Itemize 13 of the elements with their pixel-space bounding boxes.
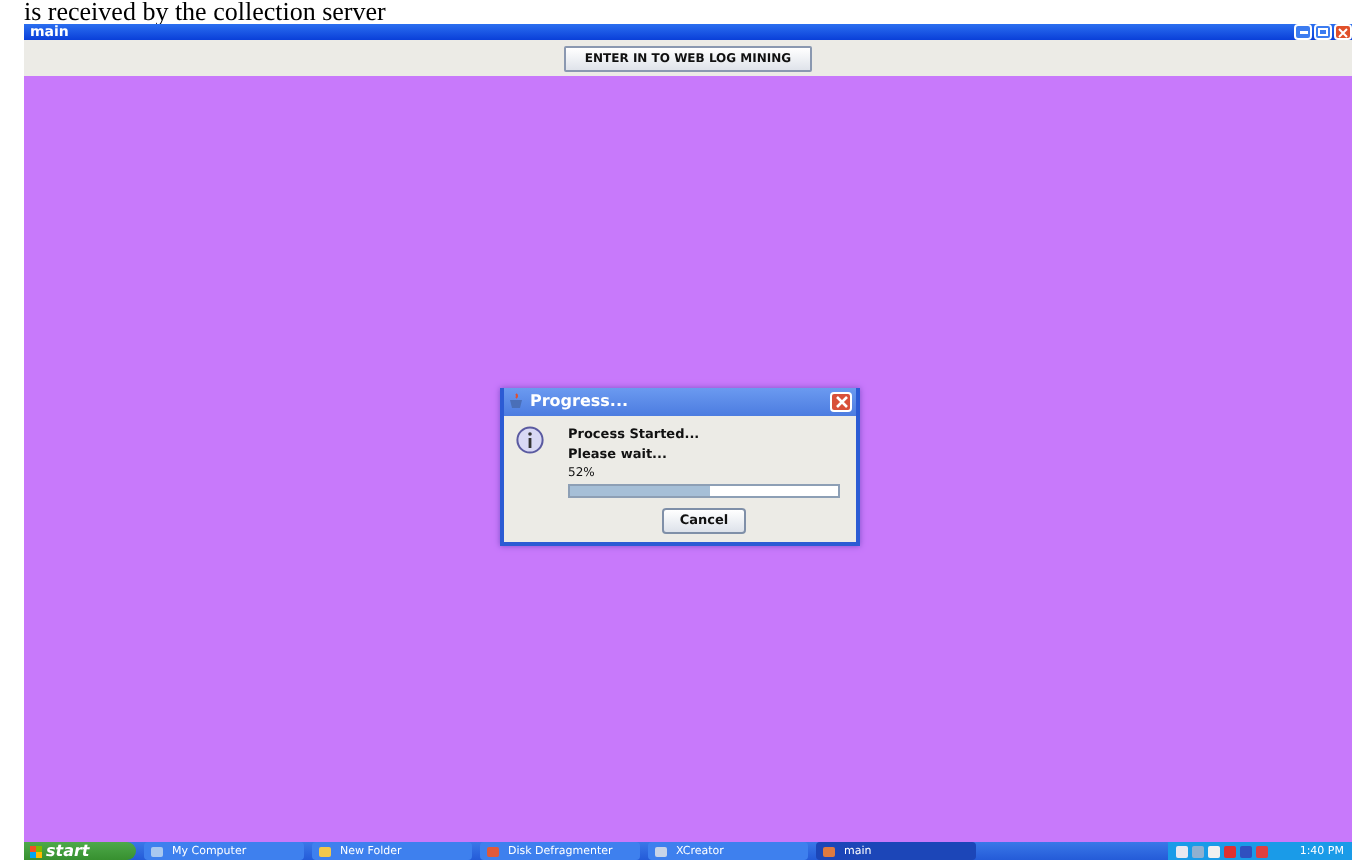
start-button[interactable]: start	[24, 842, 136, 860]
close-button[interactable]	[1334, 24, 1352, 40]
close-icon	[835, 395, 847, 407]
dialog-title: Progress...	[530, 392, 631, 410]
maximize-button[interactable]	[1314, 24, 1332, 40]
minimize-button[interactable]	[1294, 24, 1312, 40]
close-icon	[1338, 27, 1348, 37]
windows-logo-icon	[30, 845, 42, 857]
document-text: is received by the collection server	[24, 0, 386, 26]
minimize-icon	[1299, 30, 1307, 34]
maximize-icon	[1318, 28, 1328, 36]
close-button[interactable]	[830, 391, 852, 411]
info-icon	[516, 425, 544, 453]
